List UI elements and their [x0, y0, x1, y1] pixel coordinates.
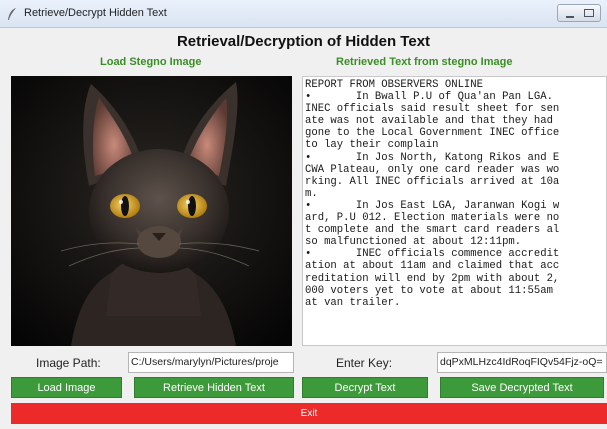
text-line: CWA Plateau, only one card reader was wo [305, 163, 560, 176]
text-line: so malfunctioned at about 12:11pm. [305, 236, 522, 249]
save-decrypted-text-button[interactable]: Save Decrypted Text [440, 377, 604, 398]
text-line: 000 voters yet to vote at about 11:55am [305, 284, 553, 297]
page-title: Retrieval/Decryption of Hidden Text [176, 33, 431, 50]
image-path-field[interactable]: C:/Users/marylyn/Pictures/proje [128, 352, 294, 373]
retrieved-text-area[interactable]: REPORT FROM OBSERVERS ONLINE • In Bwall … [302, 76, 607, 346]
key-field[interactable]: dqPxMLHzc4IdRoqFIQv54Fjz-oQ= [437, 352, 607, 373]
text-line: INEC officials said result sheet for sen [305, 103, 560, 116]
text-line: ate was not available and that they had [305, 115, 553, 128]
text-line: m. [305, 187, 318, 200]
maximize-button[interactable] [584, 9, 594, 17]
retrieved-text-heading: Retrieved Text from stegno Image [336, 56, 513, 68]
title-bar: Retrieve/Decrypt Hidden Text [0, 0, 607, 28]
text-line: ation at about 11am and claimed that acc [305, 260, 560, 273]
text-line: to lay their complain [305, 139, 439, 152]
text-line: REPORT FROM OBSERVERS ONLINE [305, 79, 484, 91]
key-label: Enter Key: [336, 356, 393, 370]
retrieved-text: REPORT FROM OBSERVERS ONLINE • In Bwall … [305, 79, 606, 309]
text-line: gone to the Local Government INEC office [305, 127, 560, 140]
stegno-image [11, 76, 292, 346]
text-line: ard, P.U 012. Election materials were no [305, 212, 560, 225]
feather-icon [8, 8, 16, 20]
text-line: • In Jos North, Katong Rikos and E [305, 151, 560, 164]
exit-button[interactable]: Exit [11, 403, 607, 424]
text-line: t complete and the smart card readers al [305, 224, 560, 237]
text-line: • INEC officials commence accredit [305, 248, 560, 261]
text-line: • In Bwall P.U of Qua'an Pan LGA. [305, 91, 553, 104]
load-image-button[interactable]: Load Image [11, 377, 122, 398]
decrypt-text-button[interactable]: Decrypt Text [302, 377, 428, 398]
image-path-label: Image Path: [36, 356, 101, 370]
cat-photo [11, 76, 292, 346]
load-stegno-heading: Load Stegno Image [100, 56, 202, 68]
text-line: • In Jos East LGA, Jaranwan Kogi w [305, 199, 560, 212]
text-line: reditation will end by 2pm with about 2, [305, 272, 560, 285]
window-controls [557, 4, 601, 22]
text-line: at van trailer. [305, 296, 401, 309]
window-title: Retrieve/Decrypt Hidden Text [24, 7, 167, 19]
retrieve-hidden-text-button[interactable]: Retrieve Hidden Text [134, 377, 294, 398]
text-line: rking. All INEC officials arrived at 10a [305, 175, 560, 188]
minimize-button[interactable] [566, 16, 574, 18]
